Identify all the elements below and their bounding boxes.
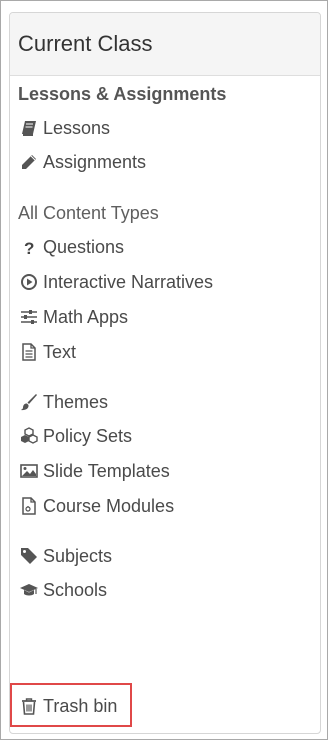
sliders-icon <box>18 306 40 328</box>
paintbrush-icon <box>18 391 40 413</box>
trash-bin-highlight: Trash bin <box>10 683 132 727</box>
nav-label: Lessons <box>43 117 111 138</box>
nav-item-trash-bin[interactable]: Trash bin <box>18 693 117 719</box>
trash-icon <box>18 695 40 717</box>
pencil-icon <box>18 151 40 173</box>
nav-label: Text <box>43 341 77 362</box>
nav-label: Policy Sets <box>43 425 133 446</box>
nav-label: Subjects <box>43 545 113 566</box>
play-circle-icon <box>18 271 40 293</box>
nav-item-policy-sets[interactable]: Policy Sets <box>18 423 132 449</box>
nav-item-assignments[interactable]: Assignments <box>18 149 146 175</box>
nav-label: Slide Templates <box>43 460 170 481</box>
nav-item-interactive-narratives[interactable]: Interactive Narratives <box>18 269 213 295</box>
panel-title: Current Class <box>10 13 320 76</box>
nav-label: Assignments <box>43 151 147 172</box>
tag-icon <box>18 545 40 567</box>
content-types-heading: All Content Types <box>18 203 159 223</box>
navigation-panel: Current Class Lessons & Assignments Less… <box>9 12 321 734</box>
nav-item-questions[interactable]: ? Questions <box>18 234 124 260</box>
cubes-icon <box>18 425 40 447</box>
nav-item-themes[interactable]: Themes <box>18 389 108 415</box>
nav-item-course-modules[interactable]: Course Modules <box>18 493 174 519</box>
document-icon <box>18 495 40 517</box>
lessons-assignments-heading: Lessons & Assignments <box>18 84 227 104</box>
nav-item-math-apps[interactable]: Math Apps <box>18 304 128 330</box>
nav-label: Course Modules <box>43 495 175 516</box>
nav-item-lessons[interactable]: Lessons <box>18 115 110 141</box>
nav-item-slide-templates[interactable]: Slide Templates <box>18 458 170 484</box>
book-icon <box>18 117 40 139</box>
document-text-icon <box>18 341 40 363</box>
nav-label: Math Apps <box>43 306 129 327</box>
window-frame: Current Class Lessons & Assignments Less… <box>0 0 328 740</box>
nav-label: Interactive Narratives <box>43 271 214 292</box>
nav-item-schools[interactable]: Schools <box>18 577 107 603</box>
nav-label: Questions <box>43 236 125 257</box>
question-mark-icon: ? <box>18 236 40 258</box>
nav-label: Trash bin <box>43 695 118 716</box>
image-icon <box>18 460 40 482</box>
graduation-cap-icon <box>18 579 40 601</box>
svg-text:?: ? <box>24 239 34 256</box>
nav-label: Schools <box>43 579 108 600</box>
nav-label: Themes <box>43 391 109 412</box>
nav-item-text[interactable]: Text <box>18 339 76 365</box>
nav-item-subjects[interactable]: Subjects <box>18 543 112 569</box>
